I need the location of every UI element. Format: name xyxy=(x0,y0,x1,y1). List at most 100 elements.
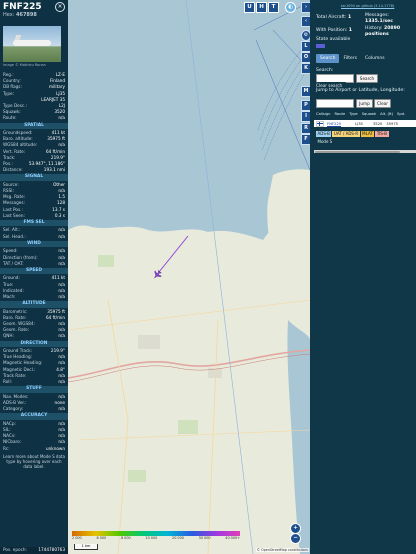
aircraft-icon xyxy=(154,270,162,279)
close-icon[interactable]: × xyxy=(55,2,65,12)
altitude-tick: 8 000 xyxy=(120,536,131,540)
total-aircraft-value: 1 xyxy=(347,15,352,20)
row-squawk: 3520 xyxy=(372,121,383,126)
state-available: State available xyxy=(316,37,351,42)
section-header: ALTITUDE xyxy=(0,301,68,308)
altitude-tick: 6 000 xyxy=(96,536,107,540)
detail-label: Type: xyxy=(3,90,15,96)
help-footer: Learn more about Mode S data type by hov… xyxy=(3,453,65,469)
highway xyxy=(68,353,310,383)
clear-jump-button[interactable]: Clear xyxy=(374,99,391,108)
detail-row: Route: n/a xyxy=(0,115,68,121)
tab-bar: Search Filters Columns xyxy=(316,54,389,63)
jump-input[interactable] xyxy=(316,99,354,108)
section-header: DIRECTION xyxy=(0,340,68,348)
detail-value: n/a xyxy=(58,406,65,412)
detail-row: Last Seen: 0.3 s xyxy=(0,213,68,219)
table-row[interactable]: FNF225 LJ35 3520 35975 xyxy=(314,120,416,127)
tab-columns[interactable]: Columns xyxy=(361,54,389,63)
history-label: History: xyxy=(365,26,383,31)
jump-button[interactable]: Jump xyxy=(356,99,373,108)
with-position-label: With Position: xyxy=(316,28,348,33)
version-link[interactable]: tar1090 on github (3.14.1778) xyxy=(341,4,394,8)
altitude-ticks: 2 000 6 000 8 000 10 000 20 000 30 000 4… xyxy=(72,536,240,540)
column-callsign[interactable]: Callsign xyxy=(316,112,331,116)
toggle-layers-icon[interactable]: ◐ xyxy=(285,2,296,13)
detail-value: n/a xyxy=(58,260,65,266)
map-button-u[interactable]: U xyxy=(244,2,255,13)
row-type: LJ35 xyxy=(355,121,363,126)
road xyxy=(207,319,219,554)
legend-adsb: ADS-B xyxy=(316,131,332,137)
section-header: WIND xyxy=(0,240,68,248)
photo-credit: Image © Mathieu Ronan xyxy=(3,63,46,67)
aircraft-photo[interactable] xyxy=(3,26,61,62)
altitude-tick: 10 000 xyxy=(145,536,158,540)
detail-value: 193.1 nmi xyxy=(43,167,65,173)
legend-mlat: MLAT xyxy=(360,131,375,137)
map-view[interactable]: U H T ◐ + − 1 km © OpenStreetMap contrib… xyxy=(68,0,310,554)
urban-area xyxy=(138,335,160,349)
tab-filters[interactable]: Filters xyxy=(339,54,361,63)
detail-value: n/a xyxy=(58,293,65,299)
column-squawk[interactable]: Squawk xyxy=(362,112,376,116)
tab-search[interactable]: Search xyxy=(316,54,340,63)
scrollbar-thumb[interactable] xyxy=(315,150,400,153)
detail-row: Category: n/a xyxy=(0,406,68,412)
detail-value: n/a xyxy=(58,233,65,239)
detail-value: unknown xyxy=(45,445,65,451)
section-header: SIGNAL xyxy=(0,174,68,181)
road xyxy=(68,299,310,331)
detail-label: TAT / OAT: xyxy=(3,260,24,266)
search-button[interactable]: Search xyxy=(356,74,378,83)
aircraft-hex: Hex: 467898 xyxy=(3,12,65,19)
aircraft-info-panel: FNF225 Hex: 467898 × Image © Mathieu Ron… xyxy=(0,0,68,554)
detail-label: Sel. Head.: xyxy=(3,233,26,239)
map-button-t[interactable]: T xyxy=(268,2,279,13)
detail-row: Mach: n/a xyxy=(0,294,68,300)
messages-label: Messages: xyxy=(365,13,390,18)
messages-value: 1335.1/sec xyxy=(365,19,393,24)
section-header: SPATIAL xyxy=(0,122,68,129)
detail-row: QNH: n/a xyxy=(0,333,68,339)
hex-value: 467898 xyxy=(16,12,37,18)
column-altitude[interactable]: Alt. (ft) xyxy=(380,112,393,116)
altitude-tick: 2 000 xyxy=(72,536,82,540)
legend-tisb: TIS-B xyxy=(375,131,389,137)
column-route[interactable]: Route xyxy=(335,112,346,116)
aircraft-list-panel: tar1090 on github (3.14.1778) Total Airc… xyxy=(310,0,416,554)
detail-label: QNH: xyxy=(3,333,14,339)
pos-epoch-value: 1744780763 xyxy=(38,547,65,552)
column-type[interactable]: Type xyxy=(349,112,357,116)
detail-label: Rc: xyxy=(3,445,10,451)
total-aircraft-label: Total Aircraft: xyxy=(316,15,347,20)
section-header: STUFF xyxy=(0,386,68,393)
forest-area xyxy=(128,470,146,482)
source-legend-row-2: Mode S xyxy=(316,139,335,145)
search-label: Search: xyxy=(316,68,334,73)
detail-label: Route: xyxy=(3,115,17,121)
state-indicator xyxy=(316,44,325,48)
aircraft-track xyxy=(158,235,189,273)
aircraft-details: Reg.: LZ-E Country: Finland DB flags: militar… xyxy=(0,72,68,471)
detail-label: Category: xyxy=(3,406,24,412)
legend-uat-adsr: UAT / ADS-R xyxy=(332,131,360,137)
horizontal-scrollbar[interactable] xyxy=(314,150,416,153)
messages-stat: Messages: 1335.1/sec xyxy=(365,13,393,25)
column-speed[interactable]: Spd. xyxy=(397,112,405,116)
finland-flag-icon xyxy=(316,120,324,127)
detail-label: Distance: xyxy=(3,167,23,173)
total-aircraft: Total Aircraft: 1 xyxy=(316,15,351,21)
map-attribution[interactable]: © OpenStreetMap contributors xyxy=(255,548,309,552)
row-callsign[interactable]: FNF225 xyxy=(327,122,341,126)
section-header: ACCURACY xyxy=(0,413,68,420)
road xyxy=(107,299,129,554)
zoom-out-button[interactable]: − xyxy=(290,533,301,544)
forest-area xyxy=(98,255,114,267)
detail-label: Last Seen: xyxy=(3,212,25,218)
map-button-h[interactable]: H xyxy=(256,2,267,13)
history-stat: History: 20890 positions xyxy=(365,26,416,38)
highway xyxy=(68,349,310,379)
aircraft-photo-fuselage xyxy=(13,40,51,46)
detail-row: Sel. Head.: n/a xyxy=(0,234,68,240)
